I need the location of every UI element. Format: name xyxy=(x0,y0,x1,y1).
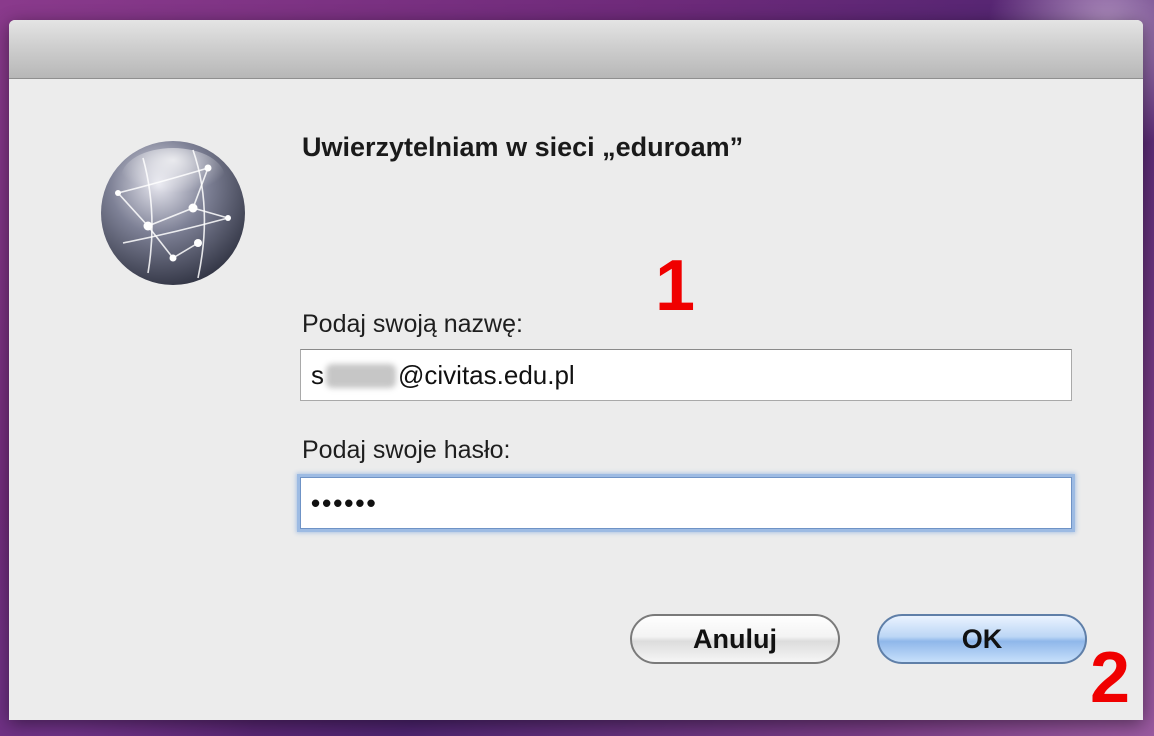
username-suffix: @civitas.edu.pl xyxy=(398,360,575,390)
password-mask: •••••• xyxy=(311,488,378,518)
username-prefix: s xyxy=(311,360,324,390)
step-2-annotation: 2 xyxy=(1090,638,1131,718)
dialog-title: Uwierzytelniam w sieci „eduroam” xyxy=(302,132,744,162)
username-input[interactable]: s @civitas.edu.pl xyxy=(300,349,1072,401)
step-1-annotation: 1 xyxy=(655,246,696,326)
password-label: Podaj swoje hasło: xyxy=(302,436,511,464)
dialog-titlebar xyxy=(9,20,1143,79)
cancel-button[interactable]: Anuluj xyxy=(630,614,840,664)
auth-dialog: Uwierzytelniam w sieci „eduroam” Podaj s… xyxy=(9,20,1143,720)
password-input[interactable]: •••••• xyxy=(300,477,1072,529)
redacted-blur xyxy=(326,364,396,388)
ok-button[interactable]: OK xyxy=(877,614,1087,664)
username-label: Podaj swoją nazwę: xyxy=(302,310,523,338)
network-globe-icon xyxy=(101,141,245,285)
